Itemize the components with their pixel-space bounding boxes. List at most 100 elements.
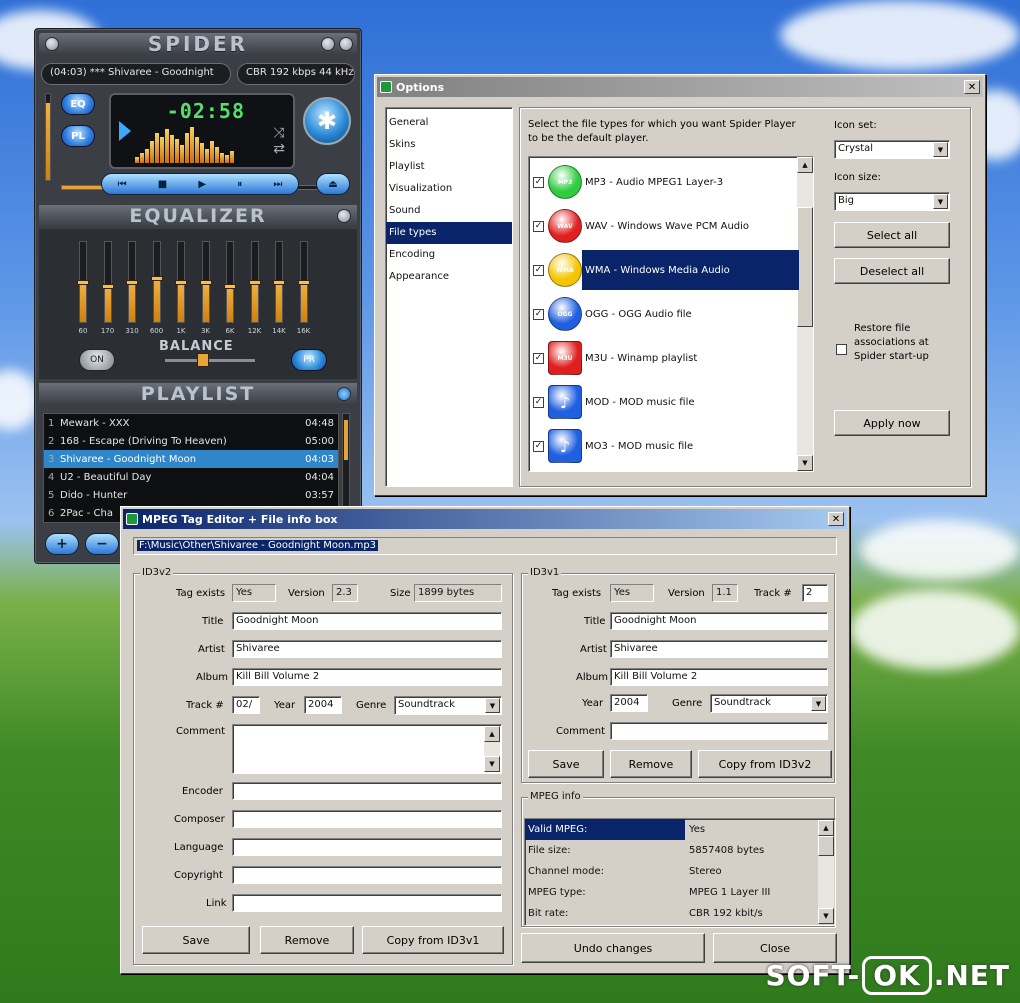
eq-band-slider[interactable] xyxy=(101,241,114,323)
file-type-checkbox[interactable]: ✓ xyxy=(533,264,544,276)
scroll-down-icon[interactable]: ▼ xyxy=(818,908,834,924)
tag-editor-titlebar[interactable]: MPEG Tag Editor + File info box ✕ xyxy=(123,509,847,529)
id3v1-remove-button[interactable]: Remove xyxy=(610,750,692,778)
restore-associations-checkbox[interactable] xyxy=(836,344,847,355)
file-type-checkbox[interactable]: ✓ xyxy=(533,440,544,452)
file-type-checkbox[interactable]: ✓ xyxy=(533,220,544,232)
stop-button[interactable]: ■ xyxy=(158,179,167,190)
options-titlebar[interactable]: Options ✕ xyxy=(377,77,983,97)
category-item[interactable]: Sound xyxy=(386,200,512,222)
eq-close-icon[interactable] xyxy=(337,209,351,223)
select-all-button[interactable]: Select all xyxy=(834,222,950,248)
apply-now-button[interactable]: Apply now xyxy=(834,410,950,436)
file-type-checkbox[interactable]: ✓ xyxy=(533,308,544,320)
close-icon[interactable]: ✕ xyxy=(828,512,844,526)
balance-slider[interactable] xyxy=(165,359,255,362)
eq-band-knob[interactable] xyxy=(150,275,163,281)
previous-button[interactable]: ⏮ xyxy=(118,179,127,190)
playlist-row[interactable]: 1 Mewark - XXX 04:48 xyxy=(44,414,338,432)
mpeg-info-scrollbar[interactable]: ▲ ▼ xyxy=(818,820,834,924)
id3v2-artist-input[interactable]: Shivaree xyxy=(232,640,502,658)
scroll-up-icon[interactable]: ▲ xyxy=(818,820,834,836)
menu-icon[interactable] xyxy=(45,37,59,51)
eq-band-knob[interactable] xyxy=(248,280,261,285)
add-track-button[interactable]: + xyxy=(45,533,79,555)
next-button[interactable]: ⏭ xyxy=(273,179,282,190)
id3v2-save-button[interactable]: Save xyxy=(142,926,250,954)
chevron-down-icon[interactable]: ▼ xyxy=(933,142,948,157)
id3v1-genre-select[interactable]: Soundtrack ▼ xyxy=(710,694,828,713)
minimize-icon[interactable] xyxy=(321,37,335,51)
id3v2-encoder-input[interactable] xyxy=(232,782,502,800)
id3v2-copyright-input[interactable] xyxy=(232,866,502,884)
eq-band-slider[interactable] xyxy=(297,241,310,323)
remove-track-button[interactable]: − xyxy=(85,533,119,555)
chevron-down-icon[interactable]: ▼ xyxy=(933,194,948,209)
balance-knob[interactable] xyxy=(197,353,209,367)
id3v2-composer-input[interactable] xyxy=(232,810,502,828)
category-item[interactable]: File types xyxy=(386,222,512,244)
file-type-checkbox[interactable]: ✓ xyxy=(533,396,544,408)
eq-band-knob[interactable] xyxy=(273,280,285,285)
pause-button[interactable]: ⏸ xyxy=(237,179,242,190)
comment-scrollbar[interactable]: ▲ ▼ xyxy=(484,726,500,772)
id3v2-copy-from-id3v1-button[interactable]: Copy from ID3v1 xyxy=(362,926,504,954)
file-type-item[interactable]: ✓ ♪ MOD - MOD music file xyxy=(533,381,799,423)
file-type-checkbox[interactable]: ✓ xyxy=(533,352,544,364)
eq-band-knob[interactable] xyxy=(224,284,236,290)
id3v2-title-input[interactable]: Goodnight Moon xyxy=(232,612,502,630)
category-item[interactable]: Skins xyxy=(386,134,512,156)
eq-band-slider[interactable] xyxy=(77,241,89,323)
category-item[interactable]: General xyxy=(386,112,512,134)
scroll-down-icon[interactable]: ▼ xyxy=(797,455,813,471)
category-item[interactable]: Visualization xyxy=(386,178,512,200)
eq-band-knob[interactable] xyxy=(77,280,89,285)
player-titlebar[interactable]: SPIDER xyxy=(39,32,357,56)
file-type-item[interactable]: ✓ MP3 MP3 - Audio MPEG1 Layer-3 xyxy=(533,161,799,203)
file-type-item[interactable]: ✓ WMA WMA - Windows Media Audio xyxy=(533,249,799,291)
undo-changes-button[interactable]: Undo changes xyxy=(521,933,705,963)
play-button[interactable]: ▶ xyxy=(198,179,206,190)
mpeg-info-row[interactable]: File size: 5857408 bytes xyxy=(525,840,835,861)
eq-band-slider[interactable] xyxy=(150,241,163,323)
playlist-row[interactable]: 2 168 - Escape (Driving To Heaven) 05:00 xyxy=(44,432,338,450)
id3v2-language-input[interactable] xyxy=(232,838,502,856)
id3v2-track-input[interactable]: 02/ xyxy=(232,696,260,714)
id3v1-save-button[interactable]: Save xyxy=(528,750,604,778)
eq-band-knob[interactable] xyxy=(199,280,212,285)
eject-button[interactable]: ⏏ xyxy=(316,173,350,195)
playlist-row[interactable]: 4 U2 - Beautiful Day 04:04 xyxy=(44,468,338,486)
playlist-toggle-button[interactable]: PL xyxy=(61,125,95,147)
eq-band-knob[interactable] xyxy=(175,280,187,285)
category-item[interactable]: Playlist xyxy=(386,156,512,178)
id3v1-year-input[interactable]: 2004 xyxy=(610,694,648,712)
close-icon[interactable] xyxy=(339,37,353,51)
scroll-up-icon[interactable]: ▲ xyxy=(484,726,500,742)
id3v1-comment-input[interactable] xyxy=(610,722,828,740)
eq-band-knob[interactable] xyxy=(126,280,138,285)
icon-set-select[interactable]: Crystal ▼ xyxy=(834,140,950,159)
close-icon[interactable]: ✕ xyxy=(964,80,980,94)
scroll-thumb[interactable] xyxy=(797,207,813,327)
category-item[interactable]: Encoding xyxy=(386,244,512,266)
eq-band-slider[interactable] xyxy=(273,241,285,323)
id3v1-album-input[interactable]: Kill Bill Volume 2 xyxy=(610,668,828,686)
eq-band-slider[interactable] xyxy=(248,241,261,323)
file-type-item[interactable]: ✓ WAV WAV - Windows Wave PCM Audio xyxy=(533,205,799,247)
file-type-item[interactable]: ✓ OGG OGG - OGG Audio file xyxy=(533,293,799,335)
chevron-down-icon[interactable]: ▼ xyxy=(485,698,500,713)
playlist-close-icon[interactable] xyxy=(337,387,351,401)
eq-band-knob[interactable] xyxy=(297,280,310,285)
eq-toggle-button[interactable]: EQ xyxy=(61,93,95,115)
mpeg-info-row[interactable]: MPEG type: MPEG 1 Layer III xyxy=(525,882,835,903)
mpeg-info-row[interactable]: Bit rate: CBR 192 kbit/s xyxy=(525,903,835,924)
category-item[interactable]: Appearance xyxy=(386,266,512,288)
mpeg-info-row[interactable]: Valid MPEG: Yes xyxy=(525,819,835,840)
scroll-down-icon[interactable]: ▼ xyxy=(484,756,500,772)
chevron-down-icon[interactable]: ▼ xyxy=(811,696,826,711)
mpeg-info-row[interactable]: Channel mode: Stereo xyxy=(525,861,835,882)
id3v2-genre-select[interactable]: Soundtrack ▼ xyxy=(394,696,502,715)
id3v2-comment-input[interactable] xyxy=(232,724,502,774)
deselect-all-button[interactable]: Deselect all xyxy=(834,258,950,284)
file-type-checkbox[interactable]: ✓ xyxy=(533,176,544,188)
